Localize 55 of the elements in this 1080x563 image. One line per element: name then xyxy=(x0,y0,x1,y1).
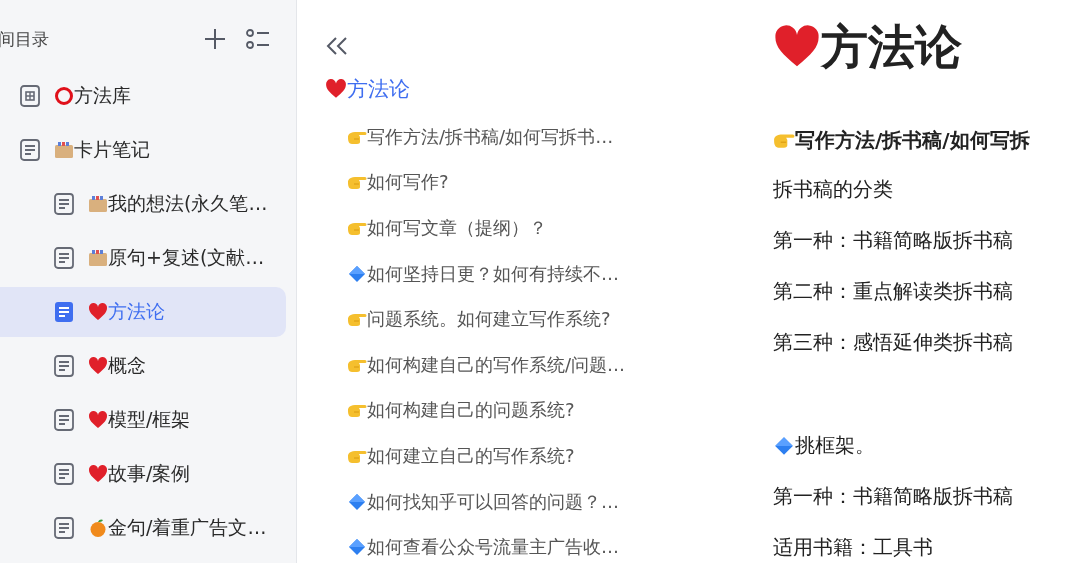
document-icon xyxy=(54,463,74,485)
document-icon xyxy=(54,301,74,323)
document-icon xyxy=(54,355,74,377)
diamond-icon xyxy=(347,537,367,558)
body-text: 第二种：重点解读类拆书稿 xyxy=(773,278,1013,305)
outline-item[interactable]: 如何写作? xyxy=(347,159,449,206)
outline-item[interactable]: 如何坚持日更？如何有持续不… xyxy=(347,250,619,297)
body-text: 适用书籍：工具书 xyxy=(773,534,933,561)
fruit-icon xyxy=(88,518,108,538)
sidebar-item[interactable]: 模型/框架 xyxy=(0,395,286,445)
sidebar-item[interactable]: 原句+复述(文献… xyxy=(0,233,286,283)
outline-item[interactable]: 如何找知乎可以回答的问题？… xyxy=(347,478,619,525)
outline-item[interactable]: 如何构建自己的问题系统? xyxy=(347,387,575,434)
outline-item[interactable]: 如何查看公众号流量主广告收… xyxy=(347,524,619,563)
outline-item[interactable]: 写作方法/拆书稿/如何写拆书… xyxy=(347,114,614,160)
heart-icon xyxy=(325,78,347,100)
ring-icon xyxy=(54,86,74,106)
heart-icon xyxy=(88,410,108,430)
document-icon xyxy=(20,139,40,161)
diamond-icon xyxy=(347,263,367,284)
body-text: 拆书稿的分类 xyxy=(773,176,893,203)
heart-icon xyxy=(88,464,108,484)
sidebar-item[interactable]: 我的想法(永久笔… xyxy=(0,179,286,229)
card-box-icon xyxy=(54,140,74,160)
body-text: 挑框架。 xyxy=(795,432,875,459)
plus-icon[interactable] xyxy=(204,28,226,50)
outline-title[interactable]: 方法论 xyxy=(325,74,410,104)
outline-item[interactable]: 如何建立自己的写作系统? xyxy=(347,433,575,479)
sidebar-item[interactable]: 金句/着重广告文… xyxy=(0,503,286,553)
grid-icon xyxy=(20,85,40,107)
diamond-icon xyxy=(347,491,367,512)
outline-item[interactable]: 问题系统。如何建立写作系统? xyxy=(347,296,611,342)
document-icon xyxy=(54,193,74,215)
document-icon xyxy=(54,247,74,269)
heart-icon xyxy=(88,356,108,376)
list-icon[interactable] xyxy=(246,28,270,50)
page-title: 方法论 xyxy=(821,17,962,76)
body-text: 第一种：书籍简略版拆书稿 xyxy=(773,483,1013,510)
outline-item[interactable]: 如何构建自己的写作系统/问题… xyxy=(347,341,626,388)
sidebar-item[interactable]: 方法论 xyxy=(0,287,286,337)
section-heading: 写作方法/拆书稿/如何写拆 xyxy=(795,126,1030,154)
card-box-icon xyxy=(88,248,108,268)
sidebar-item[interactable]: 卡片笔记 xyxy=(0,125,286,175)
sidebar-item[interactable]: 故事/案例 xyxy=(0,449,286,499)
body-text: 第三种：感悟延伸类拆书稿 xyxy=(773,329,1013,356)
card-box-icon xyxy=(88,194,108,214)
collapse-icon[interactable] xyxy=(325,36,349,56)
body-text: 第一种：书籍简略版拆书稿 xyxy=(773,227,1013,254)
sidebar-title: 间目录 xyxy=(0,27,49,51)
document-icon xyxy=(54,517,74,539)
sidebar-item[interactable]: 概念 xyxy=(0,341,286,391)
document-icon xyxy=(54,409,74,431)
heart-icon xyxy=(88,302,108,322)
sidebar-item[interactable]: 方法库 xyxy=(0,71,286,121)
outline-item[interactable]: 如何写文章（提纲）？ xyxy=(347,205,547,251)
